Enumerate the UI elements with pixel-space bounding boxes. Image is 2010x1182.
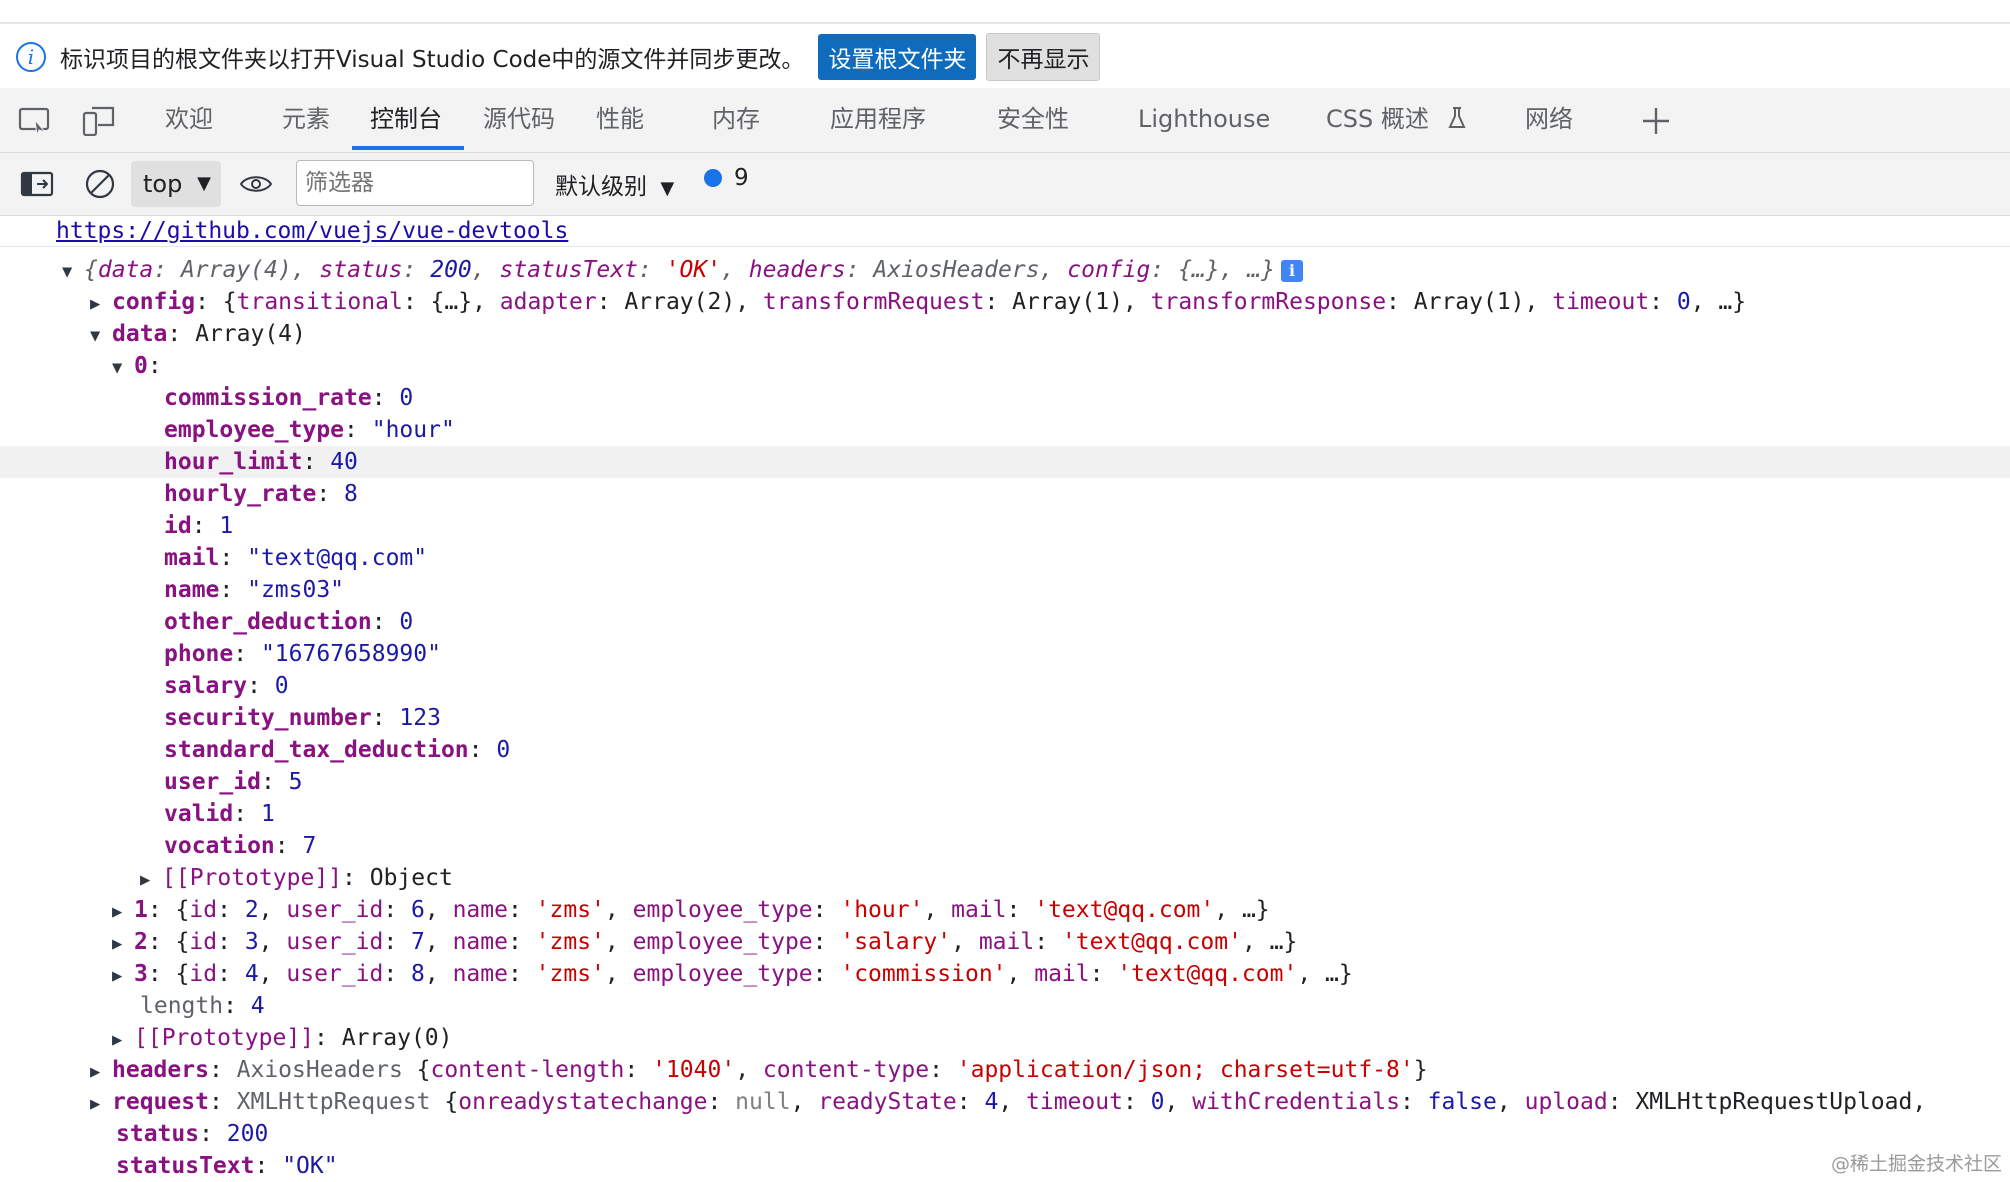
- collapsed-triangle-icon[interactable]: ▶: [112, 960, 134, 992]
- tab-css-overview-label: CSS 概述: [1326, 105, 1429, 133]
- tab-security[interactable]: 安全性: [997, 102, 1069, 138]
- item-0-property-other-deduction: other_deduction: 0: [164, 609, 414, 635]
- data-item-1[interactable]: ▶ 1: {id: 2, user_id: 6, name: 'zms', emp…: [0, 894, 2010, 926]
- issues-counter[interactable]: 9: [704, 165, 749, 191]
- item-0-property-salary: salary: 0: [164, 673, 289, 699]
- collapsed-triangle-icon[interactable]: ▶: [90, 1088, 112, 1120]
- console-output: https://github.com/vuejs/vue-devtools ▼{…: [0, 216, 2010, 1182]
- info-icon: i: [16, 42, 46, 72]
- expand-triangle-icon[interactable]: ▼: [112, 352, 134, 384]
- message-divider: [0, 246, 2010, 247]
- active-tab-indicator: [352, 146, 464, 150]
- context-selector[interactable]: top ▼: [131, 161, 221, 207]
- tab-sources[interactable]: 源代码: [483, 102, 555, 138]
- log-level-value: 默认级别: [555, 174, 647, 200]
- item-0-property-employee-type: employee_type: "hour": [164, 417, 455, 443]
- issues-count: 9: [734, 165, 749, 191]
- console-toolbar: top ▼ 默认级别 ▼ 9: [0, 153, 2010, 216]
- item-0-property-phone: phone: "16767658990": [164, 641, 441, 667]
- summary-headers: AxiosHeaders: [873, 257, 1040, 283]
- tab-memory[interactable]: 内存: [712, 102, 760, 138]
- tab-css-overview[interactable]: CSS 概述: [1326, 102, 1467, 138]
- status-property: status: 200: [116, 1121, 269, 1147]
- item-0-prototype[interactable]: ▶ [[Prototype]]: Object: [0, 862, 2010, 894]
- log-level-dropdown[interactable]: 默认级别 ▼: [555, 167, 674, 201]
- data-item-0[interactable]: ▼ 0:: [0, 350, 2010, 382]
- collapsed-triangle-icon[interactable]: ▶: [112, 896, 134, 928]
- collapsed-triangle-icon[interactable]: ▶: [112, 1024, 134, 1056]
- summary-config: {…}: [1178, 257, 1220, 283]
- info-badge-icon[interactable]: i: [1281, 259, 1303, 282]
- set-root-folder-button[interactable]: 设置根文件夹: [818, 34, 977, 80]
- tab-lighthouse[interactable]: Lighthouse: [1138, 102, 1270, 138]
- summary-status: 200: [430, 257, 472, 283]
- data-item-3[interactable]: ▶ 3: {id: 4, user_id: 8, name: 'zms', emp…: [0, 958, 2010, 990]
- live-expression-eye-icon[interactable]: [239, 173, 273, 195]
- info-message: 标识项目的根文件夹以打开Visual Studio Code中的源文件并同步更改…: [60, 47, 805, 73]
- response-object-summary[interactable]: ▼ {data: Array(4), status: 200, statusTex…: [0, 254, 2010, 286]
- sidebar-toggle-icon[interactable]: [20, 170, 54, 198]
- item-0-property-security-number: security_number: 123: [164, 705, 441, 731]
- collapsed-triangle-icon[interactable]: ▶: [90, 1056, 112, 1088]
- chevron-down-icon: ▼: [660, 178, 675, 199]
- item-0-property-vocation: vocation: 7: [164, 833, 317, 859]
- summary-statustext: 'OK': [665, 257, 722, 283]
- vue-devtools-link[interactable]: https://github.com/vuejs/vue-devtools: [56, 218, 568, 244]
- data-item-2[interactable]: ▶ 2: {id: 3, user_id: 7, name: 'zms', emp…: [0, 926, 2010, 958]
- tab-network[interactable]: 网络: [1525, 102, 1573, 138]
- tab-welcome[interactable]: 欢迎: [165, 102, 213, 138]
- tab-application[interactable]: 应用程序: [830, 102, 926, 138]
- collapsed-triangle-icon[interactable]: ▶: [140, 864, 162, 896]
- config-property[interactable]: ▶ config: {transitional: {…}, adapter: Ar…: [0, 286, 2010, 318]
- devtools-tab-bar: 欢迎 元素 控制台 源代码 性能 内存 应用程序 安全性 Lighthouse …: [0, 88, 2010, 153]
- item-0-property-hour-limit: hour_limit: 40: [0, 446, 2010, 478]
- add-tab-icon[interactable]: [1641, 106, 1671, 136]
- collapsed-triangle-icon[interactable]: ▶: [90, 288, 112, 320]
- inspect-element-icon[interactable]: [18, 106, 52, 136]
- request-property[interactable]: ▶ request: XMLHttpRequest {onreadystatech…: [0, 1086, 2010, 1118]
- context-value: top: [143, 170, 183, 198]
- item-0-property-hourly-rate: hourly_rate: 8: [164, 481, 358, 507]
- expand-triangle-icon[interactable]: ▼: [62, 256, 84, 288]
- item-0-property-valid: valid: 1: [164, 801, 275, 827]
- tab-elements[interactable]: 元素: [282, 102, 330, 138]
- device-toolbar-icon[interactable]: [82, 106, 116, 136]
- tab-console[interactable]: 控制台: [370, 102, 442, 138]
- collapsed-triangle-icon[interactable]: ▶: [112, 928, 134, 960]
- issues-message-icon: [704, 169, 722, 187]
- array-prototype[interactable]: ▶ [[Prototype]]: Array(0): [0, 1022, 2010, 1054]
- length-property: length: 4: [140, 993, 265, 1019]
- filter-input[interactable]: [296, 160, 534, 206]
- item-0-property-commission-rate: commission_rate: 0: [164, 385, 414, 411]
- item-0-property-user-id: user_id: 5: [164, 769, 303, 795]
- headers-property[interactable]: ▶ headers: AxiosHeaders {content-length: …: [0, 1054, 2010, 1086]
- data-array-label: Array(4): [195, 321, 306, 347]
- item-0-property-mail: mail: "text@qq.com": [164, 545, 428, 571]
- data-property[interactable]: ▼ data: Array(4): [0, 318, 2010, 350]
- clear-console-icon[interactable]: [84, 168, 116, 200]
- info-bar: i 标识项目的根文件夹以打开Visual Studio Code中的源文件并同步…: [0, 22, 2010, 90]
- item-0-property-name: name: "zms03": [164, 577, 345, 603]
- tab-performance[interactable]: 性能: [596, 102, 644, 138]
- experiment-flask-icon: [1447, 107, 1466, 128]
- dont-show-again-button[interactable]: 不再显示: [986, 33, 1101, 81]
- watermark: @稀土掘金技术社区: [1830, 1153, 2002, 1175]
- item-0-property-standard-tax-deduction: standard_tax_deduction: 0: [164, 737, 511, 763]
- console-message-link: https://github.com/vuejs/vue-devtools: [56, 216, 568, 246]
- item-0-property-id: id: 1: [164, 513, 234, 539]
- expand-triangle-icon[interactable]: ▼: [90, 320, 112, 352]
- statustext-property: statusText: "OK": [116, 1153, 338, 1179]
- chevron-down-icon: ▼: [197, 173, 211, 194]
